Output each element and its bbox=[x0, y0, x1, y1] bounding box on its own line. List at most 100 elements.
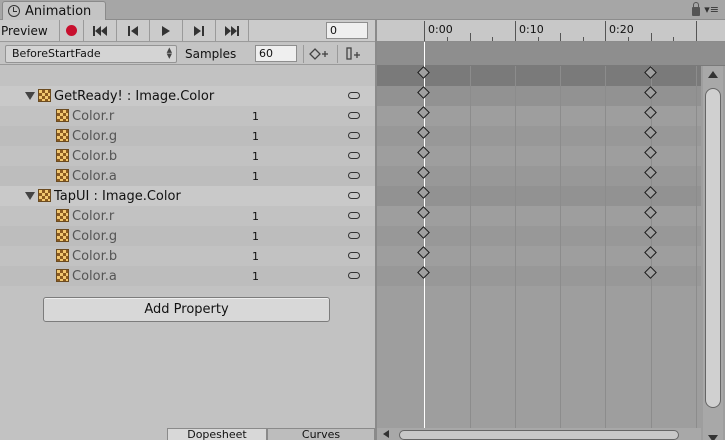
property-row[interactable]: TapUI : Image.Color bbox=[0, 186, 375, 206]
add-event-icon bbox=[345, 47, 360, 60]
keyframe-diamond[interactable] bbox=[644, 246, 657, 259]
image-component-icon bbox=[56, 229, 69, 242]
grid-line bbox=[470, 66, 471, 440]
toggle-icon[interactable] bbox=[348, 92, 360, 99]
animation-tab[interactable]: Animation bbox=[2, 1, 106, 20]
clip-toolbar: BeforeStartFade ▲ ▼ Samples 60 bbox=[0, 43, 375, 65]
clip-name: BeforeStartFade bbox=[12, 47, 101, 60]
scroll-thumb[interactable] bbox=[705, 88, 721, 408]
property-value[interactable]: 1 bbox=[252, 150, 259, 163]
play-button[interactable] bbox=[150, 20, 183, 41]
keyframe-diamond[interactable] bbox=[417, 246, 430, 259]
toggle-icon[interactable] bbox=[348, 272, 360, 279]
property-row[interactable]: Color.r 1 bbox=[0, 106, 375, 126]
menu-icon[interactable]: ▾≡ bbox=[704, 4, 719, 15]
ruler-label: 0:20 bbox=[609, 23, 634, 36]
playhead[interactable] bbox=[424, 42, 425, 440]
image-component-icon bbox=[56, 249, 69, 262]
property-row[interactable]: GetReady! : Image.Color bbox=[0, 86, 375, 106]
scroll-down-icon[interactable] bbox=[708, 435, 718, 440]
toggle-icon[interactable] bbox=[348, 212, 360, 219]
toggle-icon[interactable] bbox=[348, 152, 360, 159]
property-row[interactable]: Color.g 1 bbox=[0, 126, 375, 146]
ruler-tick bbox=[560, 33, 561, 41]
property-row[interactable]: Color.r 1 bbox=[0, 206, 375, 226]
horizontal-scrollbar[interactable] bbox=[377, 428, 701, 440]
frame-input[interactable]: 0 bbox=[326, 22, 368, 39]
image-component-icon bbox=[56, 109, 69, 122]
dopesheet-timeline[interactable]: 0:00 0:10 0:20 bbox=[377, 20, 725, 440]
property-value[interactable]: 1 bbox=[252, 130, 259, 143]
keyframe-diamond[interactable] bbox=[644, 206, 657, 219]
playback-toolbar: Preview 0 bbox=[0, 20, 375, 42]
toggle-icon[interactable] bbox=[348, 232, 360, 239]
toggle-icon[interactable] bbox=[348, 192, 360, 199]
property-row[interactable]: Color.g 1 bbox=[0, 226, 375, 246]
last-key-icon bbox=[225, 25, 239, 36]
image-component-icon bbox=[56, 129, 69, 142]
keyframe-diamond[interactable] bbox=[417, 206, 430, 219]
property-value[interactable]: 1 bbox=[252, 110, 259, 123]
property-label: Color.a bbox=[72, 168, 117, 184]
expand-triangle-icon[interactable] bbox=[25, 92, 35, 100]
add-property-button[interactable]: Add Property bbox=[43, 297, 330, 322]
ruler-label: 0:10 bbox=[519, 23, 544, 36]
property-row[interactable]: Color.a 1 bbox=[0, 266, 375, 286]
image-component-icon bbox=[56, 209, 69, 222]
property-row[interactable]: Color.b 1 bbox=[0, 146, 375, 166]
grid-line bbox=[696, 66, 697, 440]
scroll-up-icon[interactable] bbox=[708, 71, 718, 78]
events-track[interactable] bbox=[377, 42, 725, 66]
last-key-button[interactable] bbox=[216, 20, 249, 41]
ruler-tick bbox=[515, 21, 516, 41]
ruler-tick bbox=[492, 37, 493, 41]
window-tab-strip: Animation ▾≡ bbox=[0, 0, 725, 20]
property-row[interactable]: Color.a 1 bbox=[0, 166, 375, 186]
property-label: Color.g bbox=[72, 128, 118, 144]
vertical-scrollbar[interactable] bbox=[703, 66, 723, 440]
keyframe-diamond[interactable] bbox=[417, 106, 430, 119]
clip-dropdown[interactable]: BeforeStartFade ▲ ▼ bbox=[5, 45, 177, 63]
preview-button[interactable]: Preview bbox=[0, 20, 60, 41]
property-panel: Preview 0 BeforeStartFade ▲▼ Samples 60 bbox=[0, 20, 375, 440]
record-button[interactable] bbox=[60, 20, 84, 41]
property-value[interactable]: 1 bbox=[252, 210, 259, 223]
property-value[interactable]: 1 bbox=[252, 170, 259, 183]
ruler-tick bbox=[651, 33, 652, 41]
image-component-icon bbox=[56, 149, 69, 162]
next-key-button[interactable] bbox=[183, 20, 216, 41]
toggle-icon[interactable] bbox=[348, 172, 360, 179]
property-label: Color.r bbox=[72, 208, 115, 224]
animation-tab-title: Animation bbox=[25, 3, 92, 19]
toggle-icon[interactable] bbox=[348, 132, 360, 139]
property-value[interactable]: 1 bbox=[252, 230, 259, 243]
tab-curves[interactable]: Curves bbox=[267, 428, 375, 440]
samples-input[interactable]: 60 bbox=[255, 45, 297, 62]
property-label: Color.r bbox=[72, 108, 115, 124]
ruler-tick bbox=[673, 37, 674, 41]
expand-triangle-icon[interactable] bbox=[25, 192, 35, 200]
keyframe-diamond[interactable] bbox=[644, 146, 657, 159]
scroll-left-icon[interactable] bbox=[383, 430, 389, 438]
property-value[interactable]: 1 bbox=[252, 250, 259, 263]
prev-key-button[interactable] bbox=[117, 20, 150, 41]
toggle-icon[interactable] bbox=[348, 252, 360, 259]
add-keyframe-button[interactable] bbox=[303, 45, 333, 63]
lock-icon[interactable] bbox=[692, 2, 701, 16]
record-icon bbox=[66, 25, 77, 36]
ruler-tick bbox=[605, 21, 606, 41]
ruler-tick bbox=[696, 21, 697, 41]
add-event-button[interactable] bbox=[337, 45, 367, 63]
toggle-icon[interactable] bbox=[348, 112, 360, 119]
keyframe-diamond[interactable] bbox=[644, 106, 657, 119]
time-ruler[interactable]: 0:00 0:10 0:20 bbox=[377, 20, 725, 42]
scroll-thumb[interactable] bbox=[399, 430, 679, 440]
first-key-button[interactable] bbox=[84, 20, 117, 41]
keyframe-diamond[interactable] bbox=[417, 146, 430, 159]
property-value[interactable]: 1 bbox=[252, 270, 259, 283]
property-label: Color.b bbox=[72, 248, 118, 264]
ruler-tick bbox=[628, 37, 629, 41]
property-row[interactable]: Color.b 1 bbox=[0, 246, 375, 266]
tab-dopesheet[interactable]: Dopesheet bbox=[167, 428, 267, 440]
prev-key-icon bbox=[128, 25, 138, 36]
